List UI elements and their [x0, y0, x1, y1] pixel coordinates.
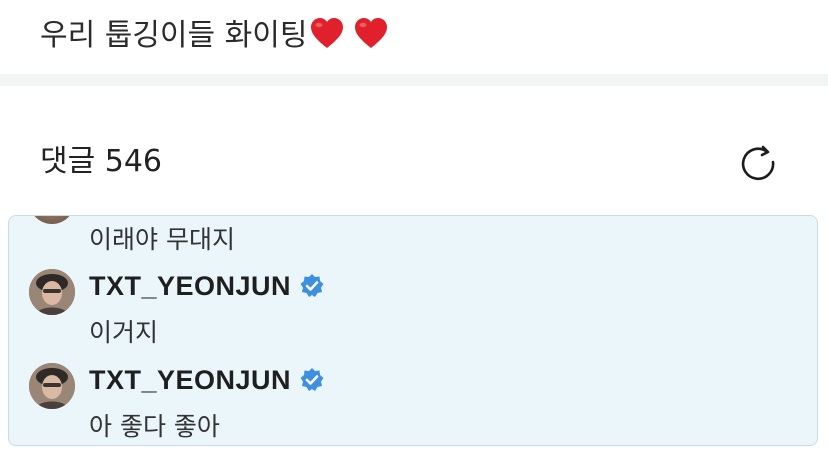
- reply-author-row: TXT_YEONJUN: [89, 268, 325, 304]
- comment-text: 이래야 무대지: [89, 225, 235, 254]
- username[interactable]: TXT_YEONJUN: [89, 365, 291, 396]
- reply-thread: 이래야 무대지 TXT_YEONJUN 이거지 TXT_YEONJUN 아 좋다…: [8, 215, 818, 446]
- comments-count-header: 댓글 546: [40, 144, 162, 179]
- section-divider: [0, 74, 828, 86]
- heart-icon: [355, 18, 388, 48]
- avatar[interactable]: [29, 216, 75, 224]
- post-text-line: 우리 툽깅이들 화이팅: [40, 14, 389, 58]
- comment-text: 아 좋다 좋아: [89, 412, 220, 441]
- comment-text: 이거지: [89, 318, 159, 347]
- reply-author-row: TXT_YEONJUN: [89, 362, 325, 398]
- post-text: 우리 툽깅이들 화이팅: [40, 18, 308, 53]
- verified-badge-icon: [300, 274, 324, 297]
- username[interactable]: TXT_YEONJUN: [89, 271, 291, 302]
- verified-badge-icon: [300, 368, 324, 391]
- avatar[interactable]: [29, 269, 75, 315]
- avatar[interactable]: [29, 363, 75, 409]
- heart-icon: [311, 18, 344, 48]
- refresh-icon[interactable]: [740, 144, 780, 184]
